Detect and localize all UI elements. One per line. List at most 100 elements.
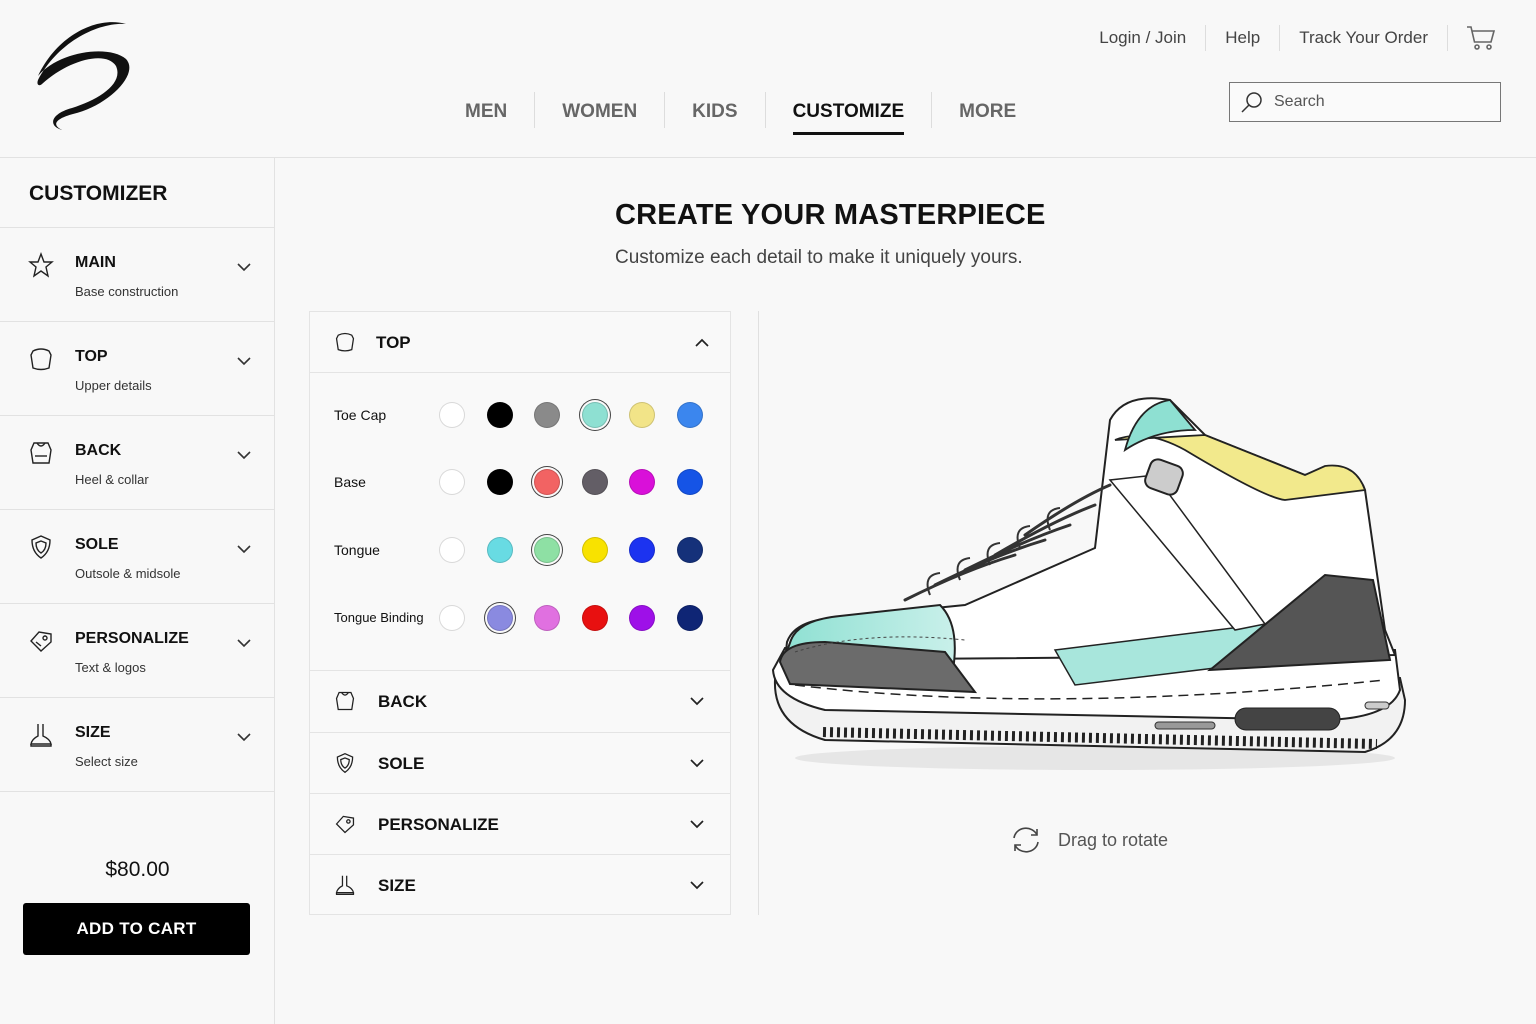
chevron-down-icon <box>690 697 704 706</box>
help-link[interactable]: Help <box>1206 25 1281 51</box>
nav-kids[interactable]: KIDS <box>664 92 764 128</box>
shoe-preview[interactable] <box>765 380 1430 780</box>
color-swatch[interactable] <box>439 537 465 563</box>
chevron-down-icon <box>237 545 251 554</box>
site-header: Login / Join Help Track Your Order MEN W… <box>0 0 1536 158</box>
panel-divider <box>758 311 759 915</box>
nav-women[interactable]: WOMEN <box>534 92 664 128</box>
color-swatch[interactable] <box>676 402 703 428</box>
sidebar-item-size[interactable]: SIZE Select size <box>0 698 274 792</box>
section-title: SOLE <box>378 754 425 773</box>
color-swatch[interactable] <box>581 469 608 495</box>
chevron-down-icon <box>690 759 704 768</box>
color-row-tongue: Tongue <box>310 531 730 571</box>
heel-icon <box>30 442 52 464</box>
color-swatch[interactable] <box>534 469 560 495</box>
search-icon <box>1241 92 1262 113</box>
price-label: $80.00 <box>105 858 170 881</box>
section-sole[interactable]: SOLE <box>310 732 730 793</box>
section-size[interactable]: SIZE <box>310 854 730 915</box>
color-row-toe-cap: Toe Cap <box>310 396 730 436</box>
sidebar-item-personalize[interactable]: PERSONALIZE Text & logos <box>0 604 274 698</box>
chevron-down-icon <box>237 733 251 742</box>
search-input[interactable] <box>1274 93 1474 111</box>
shield-icon <box>31 535 51 559</box>
color-swatch[interactable] <box>629 537 655 563</box>
section-personalize[interactable]: PERSONALIZE <box>310 793 730 854</box>
section-title: TOP <box>376 333 411 352</box>
sidebar-item-subtitle: Upper details <box>75 378 152 393</box>
tag-icon <box>335 815 355 834</box>
color-swatch[interactable] <box>534 605 560 631</box>
foot-icon <box>30 724 52 747</box>
rotate-hint-text: Drag to rotate <box>1058 829 1169 850</box>
sidebar-item-title: SOLE <box>75 536 119 553</box>
tag-icon <box>30 631 52 652</box>
shirt-icon <box>335 332 355 352</box>
color-swatch[interactable] <box>629 605 655 631</box>
color-swatch[interactable] <box>486 402 513 428</box>
utility-nav: Login / Join Help Track Your Order <box>1099 24 1496 52</box>
section-title: BACK <box>378 692 428 711</box>
track-order-link[interactable]: Track Your Order <box>1280 25 1448 51</box>
chevron-down-icon <box>690 820 704 829</box>
color-swatch[interactable] <box>486 537 513 563</box>
color-swatch[interactable] <box>581 605 608 631</box>
page-subtitle: Customize each detail to make it uniquel… <box>615 247 1023 268</box>
main-nav: MEN WOMEN KIDS CUSTOMIZE MORE <box>438 92 1043 135</box>
section-top-header[interactable]: TOP <box>310 312 730 373</box>
color-swatch[interactable] <box>581 537 608 563</box>
section-back[interactable]: BACK <box>310 670 730 731</box>
sidebar-title: CUSTOMIZER <box>0 158 274 228</box>
sidebar-item-subtitle: Select size <box>75 754 138 769</box>
color-swatch[interactable] <box>581 402 608 428</box>
color-swatch[interactable] <box>486 605 513 631</box>
chevron-down-icon <box>237 451 251 460</box>
chevron-down-icon <box>237 639 251 648</box>
color-row-label: Base <box>334 474 366 490</box>
color-row-base: Base <box>310 463 730 503</box>
nav-customize[interactable]: CUSTOMIZE <box>764 92 932 135</box>
color-swatch[interactable] <box>534 402 560 428</box>
chevron-down-icon <box>237 357 251 366</box>
sidebar-item-title: MAIN <box>75 254 116 271</box>
options-panel: TOP Toe Cap Base Tongue Tongue Binding B… <box>309 311 731 915</box>
color-swatch[interactable] <box>629 469 655 495</box>
sidebar-item-title: PERSONALIZE <box>75 630 189 647</box>
sidebar-item-subtitle: Heel & collar <box>75 472 149 487</box>
login-join-link[interactable]: Login / Join <box>1099 25 1207 51</box>
color-swatch[interactable] <box>676 537 703 563</box>
shirt-icon <box>30 348 52 371</box>
chevron-down-icon <box>690 881 704 890</box>
sidebar-item-main[interactable]: MAIN Base construction <box>0 228 274 322</box>
chevron-down-icon <box>237 263 251 272</box>
shield-icon <box>336 752 354 774</box>
star-icon <box>28 252 54 278</box>
nav-more[interactable]: MORE <box>931 92 1043 128</box>
sidebar-item-title: BACK <box>75 442 122 459</box>
color-row-label: Tongue Binding <box>334 610 424 625</box>
search-box[interactable] <box>1229 82 1501 122</box>
rotate-icon <box>1013 827 1039 853</box>
sidebar-item-top[interactable]: TOP Upper details <box>0 322 274 416</box>
color-swatch[interactable] <box>676 469 703 495</box>
sidebar-item-subtitle: Outsole & midsole <box>75 566 181 581</box>
color-swatch[interactable] <box>439 605 465 631</box>
color-swatch[interactable] <box>629 402 655 428</box>
color-row-label: Toe Cap <box>334 407 387 423</box>
brand-logo[interactable] <box>28 14 138 134</box>
color-row-tongue-binding: Tongue Binding <box>310 599 730 639</box>
cart-icon[interactable] <box>1448 25 1496 51</box>
color-swatch[interactable] <box>534 537 560 563</box>
sidebar-item-title: TOP <box>75 348 108 365</box>
sidebar-item-title: SIZE <box>75 724 111 741</box>
nav-men[interactable]: MEN <box>438 92 534 128</box>
sidebar-item-back[interactable]: BACK Heel & collar <box>0 416 274 510</box>
color-swatch[interactable] <box>439 469 465 495</box>
add-to-cart-button[interactable]: ADD TO CART <box>23 903 250 955</box>
color-swatch[interactable] <box>486 469 513 495</box>
color-swatch[interactable] <box>676 605 703 631</box>
sidebar-item-sole[interactable]: SOLE Outsole & midsole <box>0 510 274 604</box>
color-swatch[interactable] <box>439 402 465 428</box>
chevron-up-icon <box>695 338 709 347</box>
